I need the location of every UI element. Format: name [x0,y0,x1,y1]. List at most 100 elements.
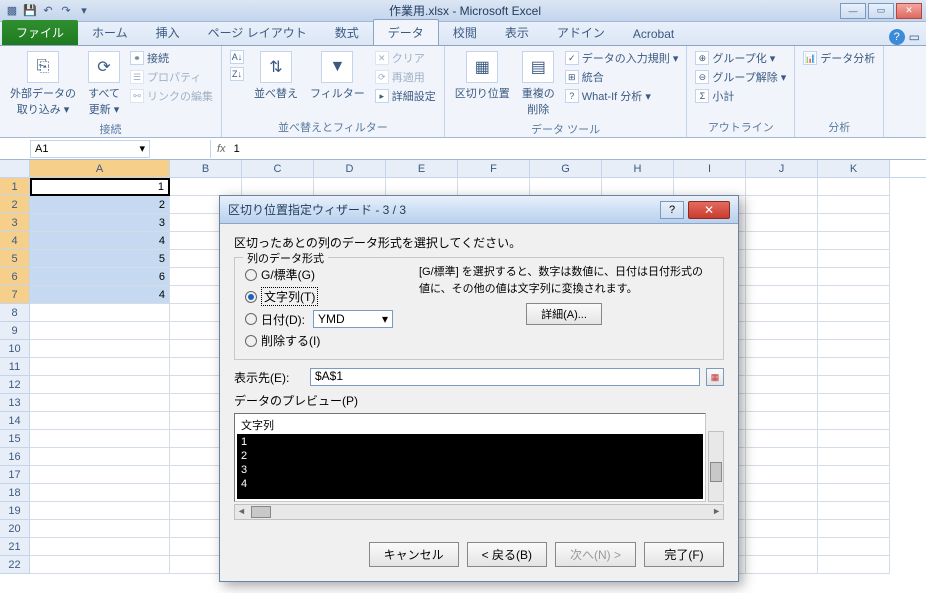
redo-icon[interactable]: ↷ [58,3,74,19]
col-header-a[interactable]: A [30,160,170,177]
cell[interactable] [30,520,170,538]
group-button[interactable]: ⊕グループ化 ▾ [693,49,788,67]
name-box[interactable]: A1▾ [30,140,150,158]
whatif-button[interactable]: ?What-If 分析 ▾ [563,87,681,105]
row-header[interactable]: 1 [0,178,30,196]
cell[interactable] [818,448,890,466]
cell[interactable] [818,556,890,574]
col-header-d[interactable]: D [314,160,386,177]
col-header-c[interactable]: C [242,160,314,177]
row-header[interactable]: 15 [0,430,30,448]
cell[interactable] [818,394,890,412]
sort-button[interactable]: ⇅ 並べ替え [250,49,302,103]
cell[interactable] [30,484,170,502]
cell[interactable] [746,304,818,322]
destination-input[interactable]: $A$1 [310,368,700,386]
sort-asc-button[interactable]: A↓ [228,49,246,65]
cell[interactable] [818,484,890,502]
cell[interactable] [458,178,530,196]
cell[interactable] [674,178,746,196]
cell[interactable] [746,178,818,196]
col-header-k[interactable]: K [818,160,890,177]
cell[interactable] [30,556,170,574]
cell[interactable] [170,178,242,196]
cell[interactable] [746,268,818,286]
col-header-e[interactable]: E [386,160,458,177]
row-header[interactable]: 21 [0,538,30,556]
cell[interactable] [818,538,890,556]
cell[interactable] [818,466,890,484]
cell[interactable] [746,322,818,340]
preview-scrollbar-v[interactable] [708,431,724,502]
cell[interactable] [746,394,818,412]
row-header[interactable]: 11 [0,358,30,376]
detail-button[interactable]: 詳細(A)... [526,303,602,325]
tab-page-layout[interactable]: ページ レイアウト [194,20,321,45]
finish-button[interactable]: 完了(F) [644,542,724,567]
consolidate-button[interactable]: ⊞統合 [563,68,681,86]
row-header[interactable]: 10 [0,340,30,358]
row-header[interactable]: 14 [0,412,30,430]
cell[interactable]: 4 [30,286,170,304]
cell[interactable] [818,268,890,286]
cell[interactable] [746,538,818,556]
refresh-all-button[interactable]: ⟳ すべて 更新 ▾ [84,49,124,119]
tab-insert[interactable]: 挿入 [142,20,194,45]
row-header[interactable]: 12 [0,376,30,394]
cell[interactable]: 1 [30,178,170,196]
cell[interactable] [818,430,890,448]
range-selector-button[interactable]: ▦ [706,368,724,386]
cell[interactable] [746,520,818,538]
radio-date[interactable]: 日付(D): YMD▾ [245,308,405,330]
external-data-button[interactable]: ⎘ 外部データの 取り込み ▾ [6,49,80,119]
cell[interactable] [242,178,314,196]
cell[interactable] [818,178,890,196]
cell[interactable] [530,178,602,196]
row-header[interactable]: 7 [0,286,30,304]
cell[interactable] [314,178,386,196]
cell[interactable] [746,340,818,358]
row-header[interactable]: 16 [0,448,30,466]
row-header[interactable]: 18 [0,484,30,502]
cell[interactable] [746,376,818,394]
cell[interactable] [30,466,170,484]
text-to-columns-button[interactable]: ▦ 区切り位置 [451,49,514,103]
cell[interactable] [818,286,890,304]
tab-home[interactable]: ホーム [78,20,142,45]
radio-general[interactable]: G/標準(G) [245,264,405,285]
col-header-f[interactable]: F [458,160,530,177]
row-header[interactable]: 8 [0,304,30,322]
row-header[interactable]: 5 [0,250,30,268]
cell[interactable] [818,358,890,376]
cell[interactable] [30,340,170,358]
cell[interactable] [746,502,818,520]
cell[interactable] [30,538,170,556]
row-header[interactable]: 4 [0,232,30,250]
namebox-dropdown-icon[interactable]: ▾ [139,142,145,155]
cell[interactable] [746,412,818,430]
subtotal-button[interactable]: Σ小計 [693,87,788,105]
col-header-h[interactable]: H [602,160,674,177]
row-header[interactable]: 6 [0,268,30,286]
cell[interactable] [602,178,674,196]
cell[interactable] [818,232,890,250]
tab-addin[interactable]: アドイン [543,20,619,45]
tab-acrobat[interactable]: Acrobat [619,23,688,45]
cell[interactable]: 6 [30,268,170,286]
cell[interactable] [30,376,170,394]
cell[interactable] [746,448,818,466]
remove-duplicates-button[interactable]: ▤ 重複の 削除 [518,49,559,119]
advanced-filter-button[interactable]: ▸詳細設定 [373,87,438,105]
col-header-i[interactable]: I [674,160,746,177]
ungroup-button[interactable]: ⊖グループ解除 ▾ [693,68,788,86]
cell[interactable] [746,286,818,304]
tab-review[interactable]: 校閲 [439,20,491,45]
save-icon[interactable]: 💾 [22,3,38,19]
cell[interactable]: 5 [30,250,170,268]
cell[interactable] [746,556,818,574]
minimize-button[interactable]: — [840,3,866,19]
minimize-ribbon-icon[interactable]: ▭ [909,30,920,44]
undo-icon[interactable]: ↶ [40,3,56,19]
row-header[interactable]: 13 [0,394,30,412]
cell[interactable] [818,412,890,430]
